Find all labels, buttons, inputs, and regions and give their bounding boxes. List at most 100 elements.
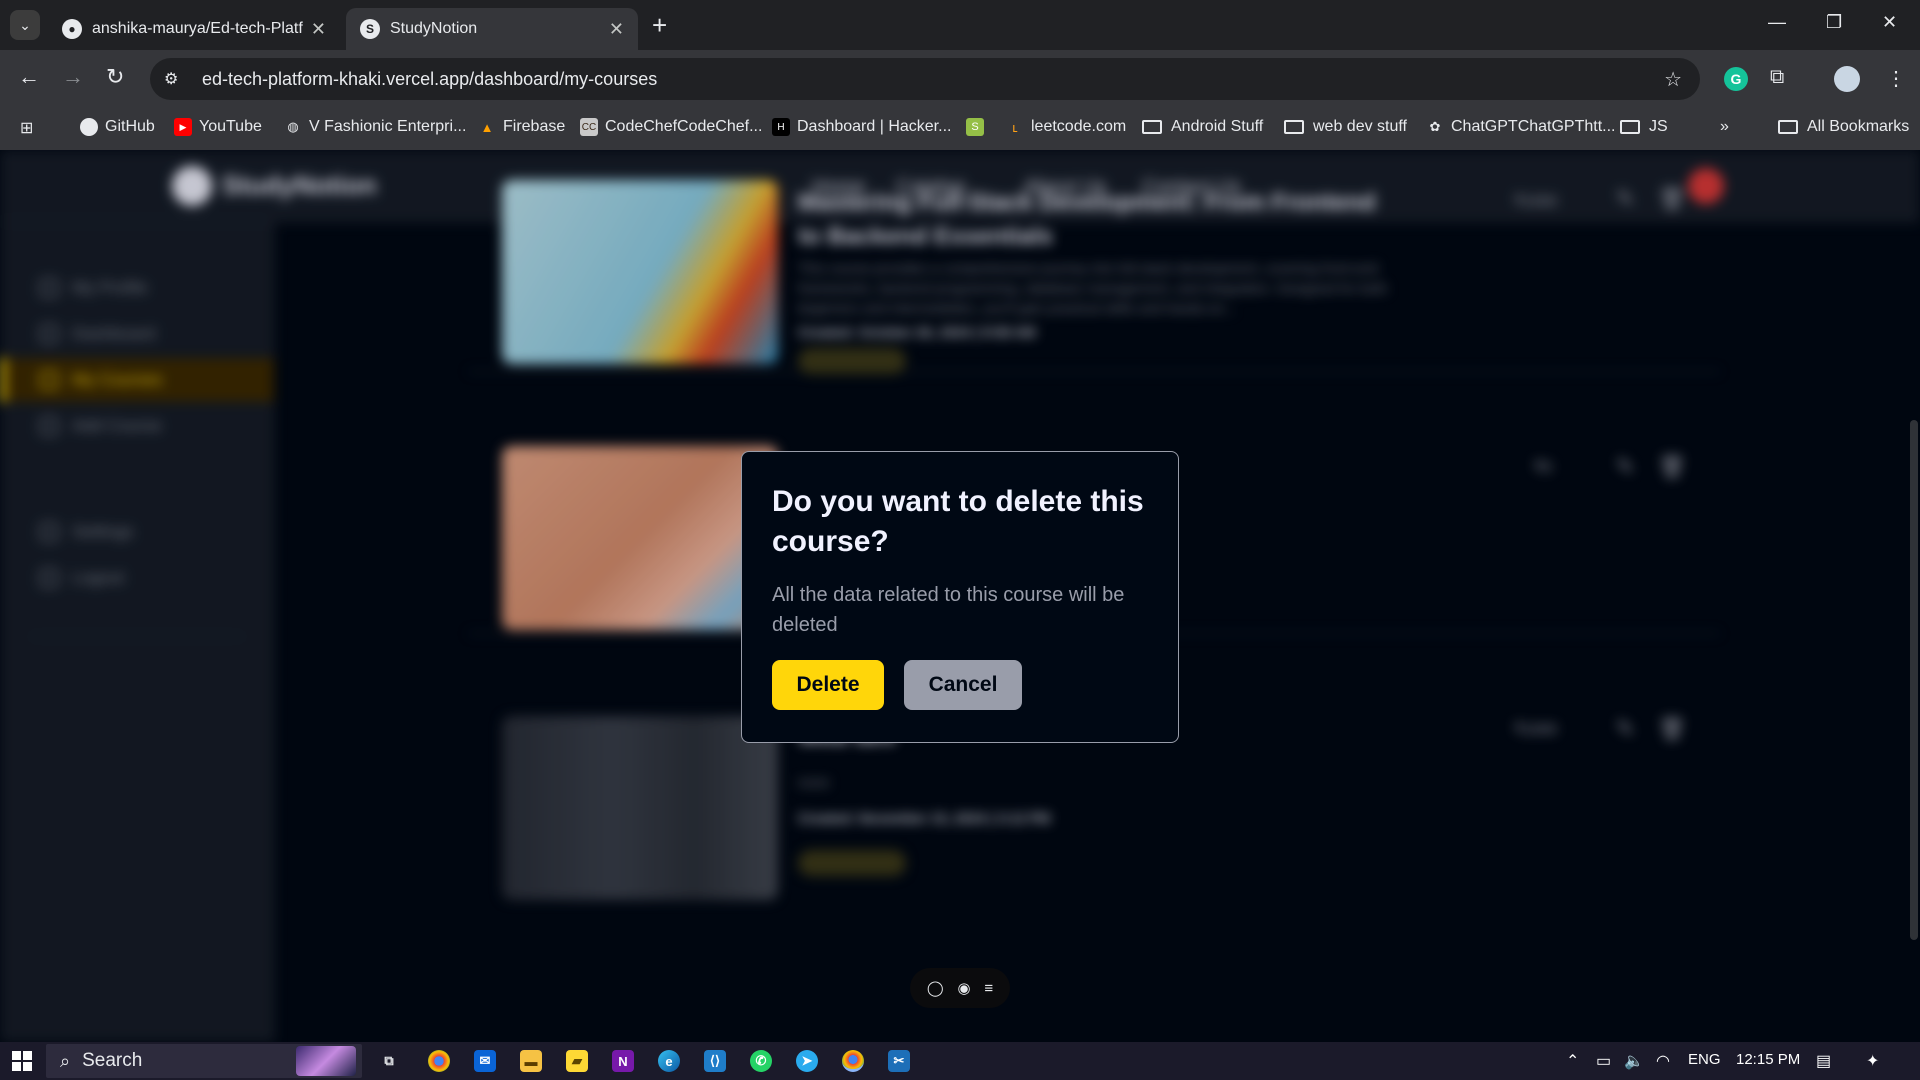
bookmark-label: V Fashionic Enterpri...: [309, 118, 467, 135]
volume-icon[interactable]: 🔈: [1624, 1051, 1644, 1071]
bookmark-star-icon[interactable]: ☆: [1664, 67, 1682, 92]
language-indicator[interactable]: ENG: [1688, 1051, 1721, 1068]
bookmark-label: leetcode.com: [1031, 118, 1127, 135]
whatsapp-icon[interactable]: ✆: [750, 1050, 772, 1072]
chrome-icon[interactable]: [428, 1050, 450, 1072]
copilot-icon[interactable]: ✦: [1866, 1051, 1879, 1071]
bookmark-github[interactable]: GitHub: [80, 118, 155, 136]
sticky-notes-icon[interactable]: ▰: [566, 1050, 588, 1072]
profile-avatar[interactable]: [1834, 66, 1860, 92]
task-view-icon[interactable]: ⧉: [378, 1050, 400, 1072]
globe-icon: ◍: [287, 119, 299, 134]
search-highlight-image: [296, 1046, 356, 1076]
bookmark-folder-js[interactable]: JS: [1620, 118, 1668, 136]
bookmark-label: Android Stuff: [1171, 118, 1264, 135]
github-icon: ●: [62, 19, 82, 39]
tab-studynotion[interactable]: S StudyNotion ✕: [346, 8, 638, 50]
folder-icon: [1284, 120, 1304, 134]
notifications-icon[interactable]: ▤: [1816, 1051, 1831, 1071]
page-viewport: StudyNotion Home Catalog About Us Contac…: [0, 150, 1920, 1042]
clock[interactable]: 12:15 PM: [1736, 1051, 1800, 1068]
modal-actions: Delete Cancel: [772, 660, 1148, 710]
studynotion-icon: S: [360, 19, 380, 39]
forward-button[interactable]: →: [62, 66, 84, 88]
bookmarks-bar: ⊞ GitHub ▶ YouTube ◍ V Fashionic Enterpr…: [0, 108, 1920, 150]
comment-icon[interactable]: ◯: [927, 979, 944, 997]
browser-tab-strip: ⌄ ● anshika-maurya/Ed-tech-Platfo ✕ S St…: [0, 0, 1920, 50]
bookmark-hackerrank[interactable]: H Dashboard | Hacker...: [772, 118, 951, 136]
tab-github[interactable]: ● anshika-maurya/Ed-tech-Platfo ✕: [48, 8, 340, 50]
floating-toolbar: ◯ ◉ ≡: [910, 968, 1010, 1008]
shopify-icon: S: [966, 118, 984, 136]
hackerrank-icon: H: [772, 118, 790, 136]
battery-icon[interactable]: ▭: [1596, 1051, 1611, 1071]
search-icon: ⌕: [60, 1050, 71, 1071]
more-bookmarks-icon[interactable]: »: [1720, 118, 1729, 136]
bookmark-v-fashionic[interactable]: ◍ V Fashionic Enterpri...: [284, 118, 466, 136]
folder-icon: [1620, 120, 1640, 134]
delete-course-modal: Do you want to delete this course? All t…: [741, 451, 1179, 743]
site-info-icon[interactable]: ⚙: [164, 69, 184, 89]
bookmark-chatgpt[interactable]: ✿ ChatGPTChatGPThtt...: [1426, 118, 1616, 136]
bookmark-folder-webdev[interactable]: web dev stuff: [1284, 118, 1407, 136]
new-tab-button[interactable]: +: [652, 12, 667, 38]
bookmark-label: YouTube: [199, 118, 262, 135]
snipping-tool-icon[interactable]: ✂: [888, 1050, 910, 1072]
chrome-active-icon[interactable]: [842, 1050, 864, 1072]
vscode-icon[interactable]: ⟨⟩: [704, 1050, 726, 1072]
tab-search-button[interactable]: ⌄: [10, 10, 40, 40]
firebase-icon: ▲: [480, 119, 494, 135]
bookmark-label: CodeChefCodeChef...: [605, 118, 763, 135]
close-tab-icon[interactable]: ✕: [609, 19, 624, 40]
tab-title: anshika-maurya/Ed-tech-Platfo: [92, 20, 303, 37]
bookmark-label: GitHub: [105, 118, 155, 135]
youtube-icon: ▶: [174, 118, 192, 136]
mail-icon[interactable]: ✉: [474, 1050, 496, 1072]
browser-menu-icon[interactable]: ⋮: [1886, 66, 1906, 91]
menu-icon[interactable]: ≡: [984, 980, 993, 997]
modal-message: All the data related to this course will…: [772, 584, 1125, 636]
chatgpt-icon: ✿: [1429, 119, 1441, 134]
file-explorer-icon[interactable]: ▬: [520, 1050, 542, 1072]
taskbar-search[interactable]: ⌕ Search: [46, 1044, 362, 1078]
reload-button[interactable]: ↻: [106, 66, 124, 88]
bookmark-codechef[interactable]: CC CodeChefCodeChef...: [580, 118, 762, 136]
taskbar-search-label: Search: [82, 1050, 143, 1071]
telegram-icon[interactable]: ➤: [796, 1050, 818, 1072]
close-window-button[interactable]: ✕: [1882, 12, 1897, 33]
all-bookmarks-label: All Bookmarks: [1807, 118, 1910, 135]
url-text: ed-tech-platform-khaki.vercel.app/dashbo…: [202, 68, 658, 89]
minimize-button[interactable]: —: [1768, 12, 1786, 33]
delete-button[interactable]: Delete: [772, 660, 884, 710]
show-hidden-icons[interactable]: ⌃: [1566, 1051, 1579, 1071]
bookmark-youtube[interactable]: ▶ YouTube: [174, 118, 262, 136]
grammarly-extension-icon[interactable]: G: [1724, 67, 1748, 91]
wifi-icon[interactable]: ◠: [1656, 1051, 1670, 1071]
github-icon: [80, 118, 98, 136]
all-bookmarks[interactable]: All Bookmarks: [1778, 118, 1909, 136]
edge-icon[interactable]: e: [658, 1050, 680, 1072]
leetcode-icon: ʟ: [1012, 119, 1018, 135]
bookmark-shopify[interactable]: S: [966, 118, 991, 136]
bookmark-label: Firebase: [503, 118, 566, 135]
extensions-icon[interactable]: ⧉: [1770, 66, 1784, 89]
eye-icon[interactable]: ◉: [957, 979, 970, 997]
windows-taskbar: ⌕ Search ⧉ ✉ ▬ ▰ N e ⟨⟩ ✆ ➤ ✂ ⌃ ▭ 🔈 ◠ EN…: [0, 1042, 1920, 1080]
bookmark-label: web dev stuff: [1313, 118, 1407, 135]
bookmark-label: Dashboard | Hacker...: [797, 118, 952, 135]
bookmark-label: ChatGPTChatGPThtt...: [1451, 118, 1616, 135]
apps-grid-icon[interactable]: ⊞: [20, 118, 33, 138]
restore-button[interactable]: ❐: [1826, 12, 1842, 33]
windows-start-icon[interactable]: [12, 1051, 32, 1071]
address-bar[interactable]: ⚙ ed-tech-platform-khaki.vercel.app/dash…: [150, 58, 1700, 100]
folder-icon: [1778, 120, 1798, 134]
bookmark-folder-android[interactable]: Android Stuff: [1142, 118, 1263, 136]
close-tab-icon[interactable]: ✕: [311, 19, 326, 40]
onenote-icon[interactable]: N: [612, 1050, 634, 1072]
bookmark-leetcode[interactable]: ʟ leetcode.com: [1006, 118, 1126, 136]
cancel-button[interactable]: Cancel: [904, 660, 1022, 710]
back-button[interactable]: ←: [18, 66, 40, 88]
bookmark-label: JS: [1649, 118, 1668, 135]
tab-title: StudyNotion: [390, 20, 478, 37]
bookmark-firebase[interactable]: ▲ Firebase: [478, 118, 566, 136]
